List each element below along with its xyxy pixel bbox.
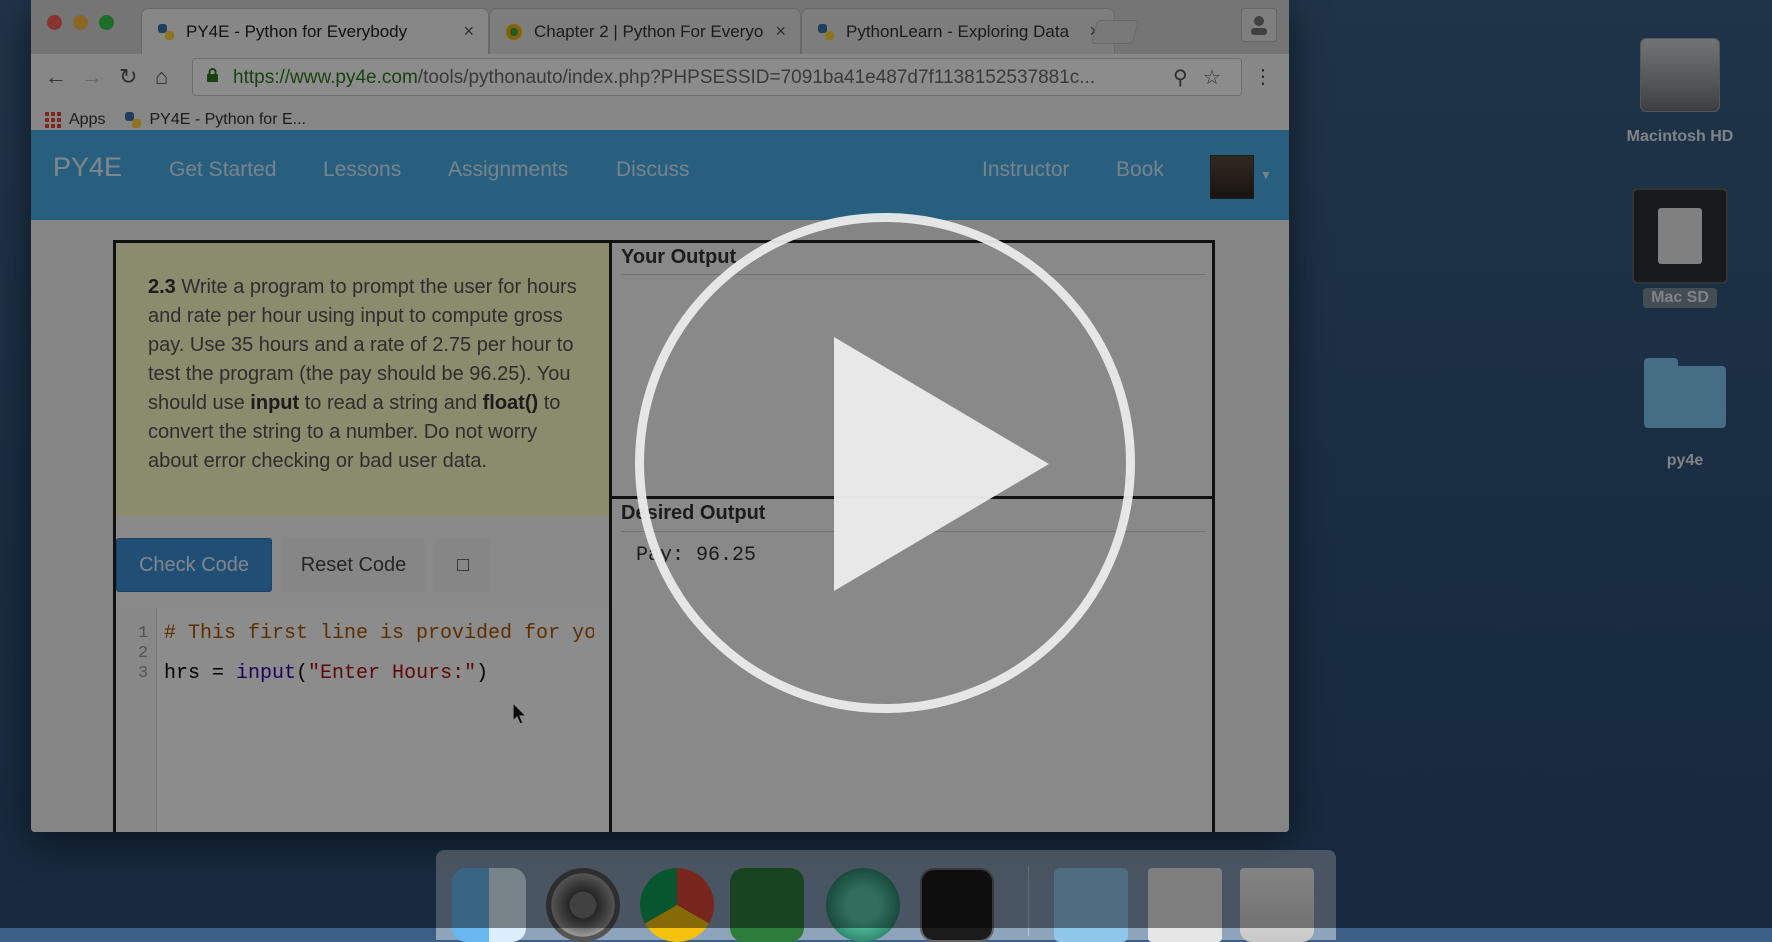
play-icon	[834, 337, 1049, 591]
play-button[interactable]	[635, 213, 1135, 713]
